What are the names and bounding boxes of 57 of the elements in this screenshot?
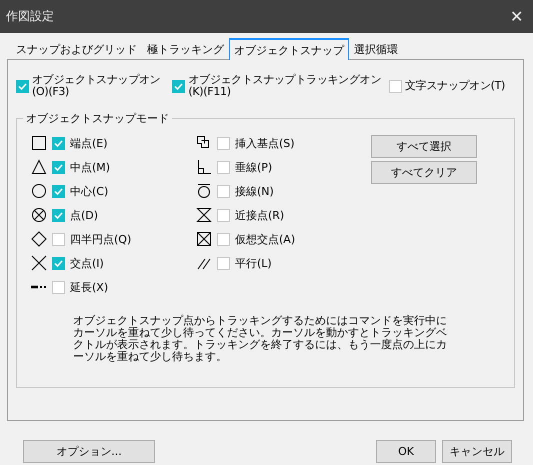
checkbox-label: 交点(I) [70,256,104,270]
checkbox-label: 延長(X) [70,280,108,294]
cancel-button[interactable]: キャンセル [442,440,512,463]
group-title: オブジェクトスナップモード [23,111,172,126]
window-title: 作図設定 [6,8,54,25]
close-button[interactable]: ✕ [510,6,523,26]
snap-mode-icon [196,231,212,247]
tab[interactable]: 極トラッキング [142,38,229,59]
snap-mode-icon [31,231,47,247]
checkbox-label: 中点(M) [70,160,110,174]
checkbox[interactable] [52,232,65,246]
checkbox[interactable] [16,80,29,92]
checkbox[interactable] [217,160,230,174]
checkbox-label: 仮想交点(A) [235,232,296,246]
checkbox[interactable] [172,80,186,92]
tab[interactable]: 選択循環 [349,38,403,59]
checkbox-label: 中心(C) [70,184,108,198]
description-text: オブジェクトスナップ点からトラッキングするためにはコマンドを実行中にカーソルを重ねて少し待ってください。カーソルを動かすとトラッキングベクトルが表示されます。トラッキングを終了するには、もう一度点の上にカーソルを重ねて少し待ちます。 [73,315,448,364]
checkbox-label: 近接点(R) [235,208,284,222]
snap-mode-icon [196,183,212,199]
checkbox[interactable] [217,136,230,150]
checkbox-label: 平行(L) [235,256,272,270]
select-button[interactable]: すべて選択 [371,135,477,158]
tab[interactable]: スナップおよびグリッド [11,38,142,59]
checkbox[interactable] [217,208,230,222]
checkbox[interactable] [52,208,65,222]
checkbox[interactable] [52,256,65,270]
checkbox-label: 接線(N) [235,184,274,198]
tab[interactable]: オブジェクトスナップ [229,38,349,60]
ok-button[interactable]: OK [376,440,436,463]
checkbox-label: 点(D) [70,208,98,222]
checkbox[interactable] [217,232,230,246]
checkbox-label: 文字スナップオン(T) [405,80,506,92]
snap-mode-icon [31,255,47,271]
checkbox-label: 端点(E) [70,136,108,150]
snap-mode-icon [31,207,47,223]
checkbox[interactable] [389,80,402,92]
checkbox[interactable] [52,280,65,294]
checkbox[interactable] [217,256,230,270]
snap-mode-icon [31,159,47,175]
options-button[interactable]: オプション... [23,440,155,463]
checkbox-label: オブジェクトスナップオン (O)(F3) [32,74,160,98]
checkbox-label: オブジェクトスナップトラッキングオン (K)(F11) [188,74,382,98]
snap-mode-icon [31,135,47,151]
checkbox-label: 四半円点(Q) [70,232,132,246]
checkbox-label: 垂線(P) [235,160,272,174]
select-button[interactable]: すべてクリア [371,161,477,184]
snap-mode-icon [31,183,47,199]
checkbox[interactable] [217,184,230,198]
snap-mode-icon [196,135,212,151]
checkbox[interactable] [52,160,65,174]
checkbox[interactable] [52,136,65,150]
checkbox-label: 挿入基点(S) [235,136,295,150]
snap-mode-icon [31,285,47,289]
snap-mode-icon [196,159,212,175]
checkbox[interactable] [52,184,65,198]
snap-mode-icon [196,207,212,223]
